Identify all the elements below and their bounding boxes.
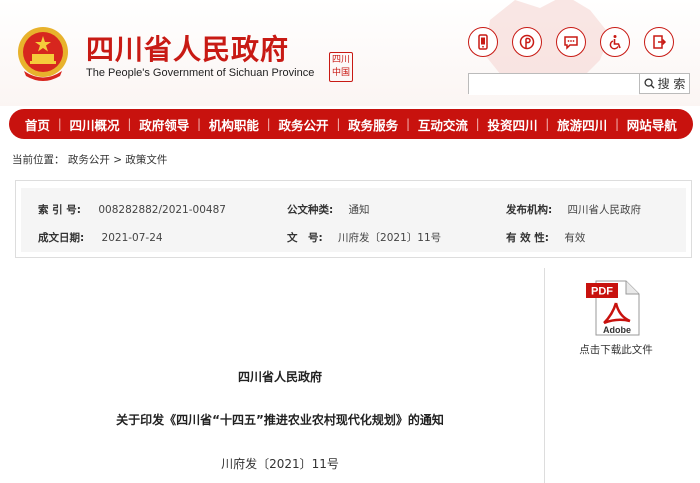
site-title: 四川省人民政府 [86, 33, 290, 66]
info-validity: 有 效 性: 有效 [506, 230, 585, 245]
nav-item-services[interactable]: 政务服务 [348, 115, 398, 134]
breadcrumb: 当前位置： 政务公开 > 政策文件 [12, 152, 167, 167]
breadcrumb-separator: > [113, 154, 122, 166]
nav-item-institutions[interactable]: 机构职能 [209, 115, 259, 134]
info-category-label: 公文种类: [287, 204, 334, 216]
chat-icon[interactable] [556, 27, 586, 57]
nav-separator: | [336, 117, 341, 131]
search-box [468, 73, 640, 95]
document-issuer: 四川省人民政府 [237, 370, 322, 384]
site-header: 四川省人民政府 The People's Government of Sichu… [0, 0, 700, 106]
nav-item-leaders[interactable]: 政府领导 [139, 115, 189, 134]
site-subtitle: The People's Government of Sichuan Provi… [86, 67, 315, 79]
mobile-icon[interactable] [468, 27, 498, 57]
nav-separator: | [57, 117, 62, 131]
nav-separator: | [614, 117, 619, 131]
info-date-label: 成文日期: [38, 232, 85, 244]
nav-separator: | [405, 117, 411, 131]
svg-text:PDF: PDF [591, 286, 613, 298]
info-category: 公文种类: 通知 [287, 202, 370, 217]
search-icon [644, 78, 655, 89]
breadcrumb-item-public-affairs[interactable]: 政务公开 [68, 154, 110, 166]
info-index-value: 008282882/2021-00487 [98, 204, 226, 216]
header-icon-bar [468, 27, 674, 57]
main-nav: 首页 | 四川概况 | 政府领导 | 机构职能 | 政务公开 | 政务服务 | … [9, 109, 693, 139]
info-index-label: 索 引 号: [38, 204, 82, 216]
download-caption[interactable]: 点击下载此文件 [546, 342, 686, 357]
svg-text:Adobe: Adobe [603, 325, 631, 335]
nav-separator: | [197, 117, 202, 131]
nav-item-home[interactable]: 首页 [25, 115, 50, 134]
accessibility-icon[interactable] [600, 27, 630, 57]
breadcrumb-prefix: 当前位置： [12, 154, 65, 166]
pinterest-icon[interactable] [512, 27, 542, 57]
info-docno-value: 川府发〔2021〕11号 [338, 232, 442, 244]
info-validity-value: 有效 [564, 232, 586, 244]
nav-separator: | [545, 117, 550, 131]
nav-item-overview[interactable]: 四川概况 [70, 115, 120, 134]
search-button[interactable]: 搜 索 [640, 73, 690, 94]
search-input[interactable] [469, 76, 639, 95]
info-publisher-label: 发布机构: [506, 204, 553, 216]
document-content: 四川省人民政府 关于印发《四川省“十四五”推进农业农村现代化规划》的通知 川府发… [15, 268, 545, 483]
info-validity-label: 有 效 性: [506, 232, 550, 244]
national-emblem-icon [18, 27, 68, 81]
info-publisher: 发布机构: 四川省人民政府 [506, 202, 641, 217]
document-title: 关于印发《四川省“十四五”推进农业农村现代化规划》的通知 [116, 413, 444, 427]
search-button-label: 搜 索 [657, 77, 686, 91]
info-docno: 文 号: 川府发〔2021〕11号 [287, 230, 441, 245]
nav-item-sitemap[interactable]: 网站导航 [627, 115, 677, 134]
info-docno-label: 文 号: [287, 232, 323, 244]
exit-icon[interactable] [644, 27, 674, 57]
info-index: 索 引 号: 008282882/2021-00487 [38, 202, 226, 217]
nav-item-invest[interactable]: 投资四川 [487, 115, 537, 134]
nav-separator: | [127, 117, 132, 131]
document-info-inner: 索 引 号: 008282882/2021-00487 公文种类: 通知 发布机… [21, 188, 686, 252]
info-date-value: 2021-07-24 [101, 232, 163, 244]
breadcrumb-item-policy-docs[interactable]: 政策文件 [125, 154, 167, 166]
nav-item-interaction[interactable]: 互动交流 [418, 115, 468, 134]
download-panel: PDF Adobe 点击下载此文件 [546, 268, 692, 483]
info-category-value: 通知 [348, 204, 370, 216]
seal-logo: 四川中国 [329, 52, 353, 82]
pdf-download-icon[interactable]: PDF Adobe [586, 279, 641, 337]
document-number: 川府发〔2021〕11号 [221, 457, 339, 471]
nav-item-public-affairs[interactable]: 政务公开 [279, 115, 329, 134]
document-info-table: 索 引 号: 008282882/2021-00487 公文种类: 通知 发布机… [15, 180, 692, 258]
info-publisher-value: 四川省人民政府 [567, 204, 642, 216]
nav-separator: | [475, 117, 480, 131]
info-date: 成文日期: 2021-07-24 [38, 230, 163, 245]
nav-separator: | [266, 117, 271, 131]
nav-item-tourism[interactable]: 旅游四川 [557, 115, 607, 134]
